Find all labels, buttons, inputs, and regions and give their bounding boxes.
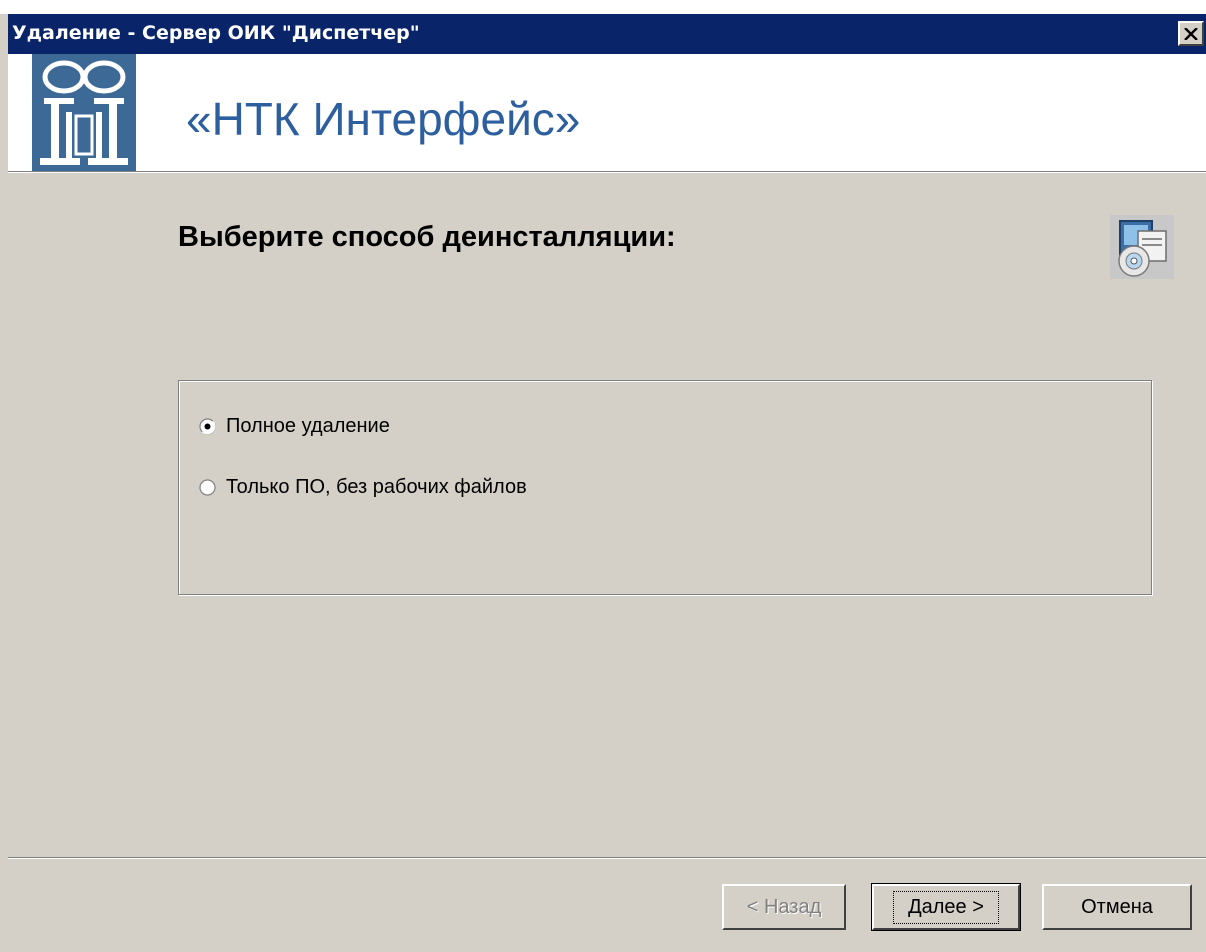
next-button[interactable]: Далее > [871,883,1021,931]
option-label: Полное удаление [226,415,390,437]
titlebar[interactable]: Удаление - Сервер ОИК "Диспетчер" [8,14,1206,54]
close-icon [1184,27,1198,40]
option-label: Только ПО, без рабочих файлов [226,476,527,498]
brand-name: «НТК Интерфейс» [186,93,581,145]
titlebar-frame [0,0,1206,14]
radio-unselected-icon[interactable] [199,479,216,496]
cancel-button[interactable]: Отмена [1042,884,1192,930]
window-title: Удаление - Сервер ОИК "Диспетчер" [12,22,420,44]
uninstall-options-group: Полное удаление Только ПО, без рабочих ф… [178,380,1152,595]
content-area: Выберите способ деинсталляции: Полное уд… [8,173,1206,857]
footer-divider [8,857,1206,859]
option-full-removal[interactable]: Полное удаление [199,415,390,438]
header-banner: «НТК Интерфейс» [8,54,1206,172]
back-button[interactable]: < Назад [722,884,846,930]
uninstall-dialog: Удаление - Сервер ОИК "Диспетчер" «НТК И… [0,0,1206,952]
setup-disc-icon [1110,215,1174,279]
ntk-logo-icon [32,54,136,171]
page-title: Выберите способ деинсталляции: [178,221,676,253]
next-button-label: Далее > [893,890,999,924]
close-button[interactable] [1178,21,1204,46]
radio-selected-icon[interactable] [199,418,216,435]
option-software-only[interactable]: Только ПО, без рабочих файлов [199,476,527,499]
